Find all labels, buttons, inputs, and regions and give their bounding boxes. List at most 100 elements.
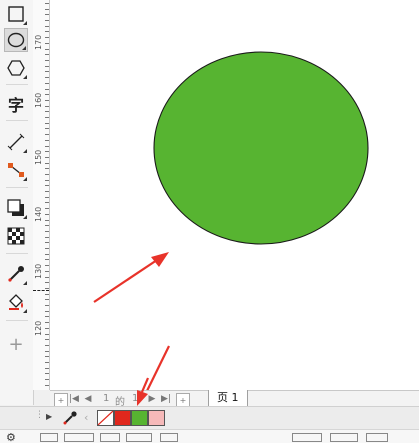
ruler-label: 140	[34, 206, 43, 222]
transparency-tool-icon	[7, 227, 25, 245]
ruler-tick	[45, 146, 49, 147]
ruler-tick	[45, 94, 49, 95]
ruler-tick	[45, 66, 49, 67]
status-indicator	[100, 433, 120, 442]
ruler-label: 160	[34, 92, 43, 108]
toolbox-divider	[6, 187, 28, 188]
ruler-tick	[45, 214, 49, 215]
transparency-tool[interactable]	[4, 224, 28, 248]
ruler-cursor-marker	[33, 290, 49, 291]
ruler-tick	[45, 237, 49, 238]
no-fill-swatch[interactable]	[97, 410, 114, 426]
ruler-tick	[45, 3, 49, 4]
page-navigator: + |◀ ◀ 1 的 1 ▶ ▶| + 页 1	[50, 390, 419, 408]
status-indicator	[40, 433, 58, 442]
ruler-tick	[45, 265, 49, 266]
ruler-tick	[45, 140, 49, 141]
ruler-tick	[45, 379, 49, 380]
page-tab[interactable]: 页 1	[208, 390, 248, 407]
ruler-label: 150	[34, 149, 43, 165]
ruler-tick	[45, 351, 49, 352]
toolbox-divider	[6, 120, 28, 121]
palette-expand-icon[interactable]: ▶	[46, 412, 52, 421]
ruler-tick	[45, 134, 49, 135]
ruler-tick	[45, 254, 49, 255]
ruler-tick	[45, 9, 49, 10]
ruler-tick	[45, 225, 49, 226]
red-swatch[interactable]	[114, 410, 131, 426]
toolbox: 字 +	[0, 0, 34, 405]
ruler-tick	[45, 271, 49, 272]
ruler-tick	[45, 111, 49, 112]
status-indicator	[160, 433, 178, 442]
ruler-label: 130	[34, 263, 43, 279]
ruler-tick	[45, 89, 49, 90]
text-tool[interactable]: 字	[4, 92, 28, 116]
ruler-tick	[45, 328, 49, 329]
ruler-tick	[45, 282, 49, 283]
ruler-tick	[45, 60, 49, 61]
toolbox-divider	[6, 320, 28, 321]
previous-page-button[interactable]: ◀	[83, 393, 93, 405]
ruler-tick	[45, 54, 49, 55]
ruler-tick	[45, 151, 49, 152]
settings-gear-icon[interactable]: ⚙	[6, 431, 16, 443]
ruler-tick	[45, 191, 49, 192]
ruler-tick	[45, 322, 49, 323]
palette-eyedropper-icon[interactable]	[62, 410, 78, 426]
color-palette-bar: ⋮ ▶ ‹	[0, 406, 419, 429]
palette-grip-icon[interactable]: ⋮	[35, 410, 44, 420]
ruler-tick	[45, 185, 49, 186]
ruler-tick	[45, 202, 49, 203]
last-page-button[interactable]: ▶|	[161, 393, 171, 405]
add-tool-icon: +	[8, 333, 24, 355]
ruler-tick	[45, 168, 49, 169]
ruler-tick	[45, 26, 49, 27]
polygon-tool[interactable]	[4, 56, 28, 80]
red-arrow-annotation	[93, 252, 169, 303]
ruler-tick	[45, 31, 49, 32]
ruler-tick	[45, 77, 49, 78]
ruler-tick	[45, 14, 49, 15]
ruler-tick	[45, 163, 49, 164]
first-page-button[interactable]: |◀	[69, 393, 79, 405]
add-tool-button[interactable]: +	[4, 332, 28, 356]
ruler-tick	[45, 128, 49, 129]
rectangle-tool[interactable]	[4, 2, 28, 26]
add-page-after-button[interactable]: +	[176, 393, 190, 407]
green-swatch[interactable]	[131, 410, 148, 426]
ruler-tick	[45, 100, 49, 101]
ruler-tick	[45, 385, 49, 386]
ruler-tick	[45, 157, 49, 158]
pink-swatch[interactable]	[148, 410, 165, 426]
ellipse-tool[interactable]	[4, 28, 28, 52]
drawing-canvas[interactable]	[50, 0, 419, 390]
ruler-tick	[45, 368, 49, 369]
ruler-tick	[45, 83, 49, 84]
add-page-before-button[interactable]: +	[54, 393, 68, 407]
ruler-tick	[45, 231, 49, 232]
ruler-tick	[45, 316, 49, 317]
ruler-tick	[45, 220, 49, 221]
ruler-tick	[45, 334, 49, 335]
palette-scroll-left-icon[interactable]: ‹	[84, 411, 88, 424]
eyedropper-tool[interactable]	[4, 262, 28, 286]
ruler-tick	[45, 43, 49, 44]
status-bar: ⚙	[0, 429, 419, 443]
ruler-tick	[45, 71, 49, 72]
ruler-tick	[45, 299, 49, 300]
interactive-fill-tool[interactable]	[4, 290, 28, 314]
drop-shadow-tool[interactable]	[4, 196, 28, 220]
toolbox-divider	[6, 84, 28, 85]
connector-tool[interactable]	[4, 158, 28, 182]
dimension-tool[interactable]	[4, 130, 28, 154]
status-indicator	[64, 433, 94, 442]
ruler-tick	[45, 356, 49, 357]
ruler-tick	[45, 180, 49, 181]
no-fill-slash-icon	[98, 411, 113, 425]
vertical-ruler[interactable]: 170 160 150 140 130 120	[33, 0, 50, 390]
green-ellipse-shape[interactable]	[153, 51, 369, 245]
next-page-button[interactable]: ▶	[147, 393, 157, 405]
ruler-tick	[45, 288, 49, 289]
status-indicator	[366, 433, 388, 442]
